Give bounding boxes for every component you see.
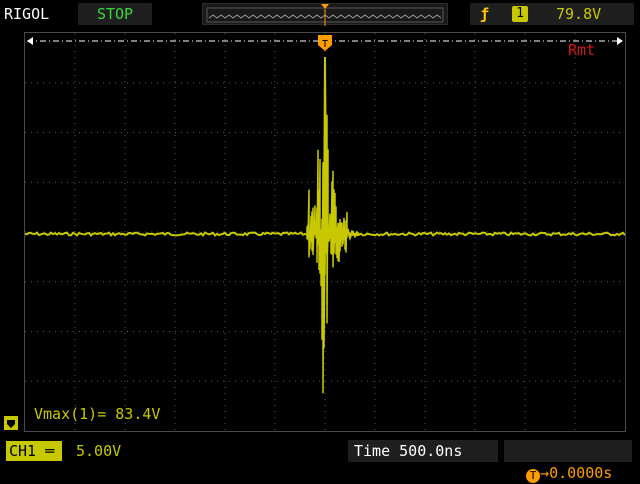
rising-edge-icon: ƒ <box>480 5 490 23</box>
trigger-info-box[interactable]: ƒ 1 79.8V <box>470 3 634 25</box>
waveform-grid: T <box>24 33 626 431</box>
memory-waveform-preview <box>206 4 444 26</box>
memory-position-bar[interactable] <box>202 3 448 26</box>
channel-1-label[interactable]: CH1 ═ <box>6 441 62 461</box>
ch1-ground-marker-icon[interactable] <box>4 416 18 430</box>
remote-indicator: Rmt <box>568 41 596 59</box>
run-status-badge[interactable]: STOP <box>78 3 152 25</box>
channel-1-burst <box>306 114 348 394</box>
trigger-source-badge: 1 <box>512 6 528 22</box>
trigger-level-right-arrow-icon <box>617 37 623 45</box>
trigger-delay-readout[interactable]: T →0.0000s <box>504 440 632 483</box>
arrow-right-icon: → <box>540 464 550 482</box>
brand-label: RIGOL <box>4 5 50 23</box>
trigger-level-left-arrow-icon <box>27 37 33 45</box>
trigger-level-value: 79.8V <box>556 5 602 23</box>
timebase-readout[interactable]: Time 500.0ns <box>348 440 498 462</box>
svg-text:T: T <box>322 39 328 50</box>
measurement-readout: Vmax(1)= 83.4V <box>34 405 161 423</box>
waveform-display[interactable]: T <box>24 32 626 432</box>
channel-1-scale[interactable]: 5.00V <box>76 441 121 461</box>
trigger-position-icon: T <box>526 469 541 483</box>
dc-coupling-icon: ═ <box>36 442 55 460</box>
